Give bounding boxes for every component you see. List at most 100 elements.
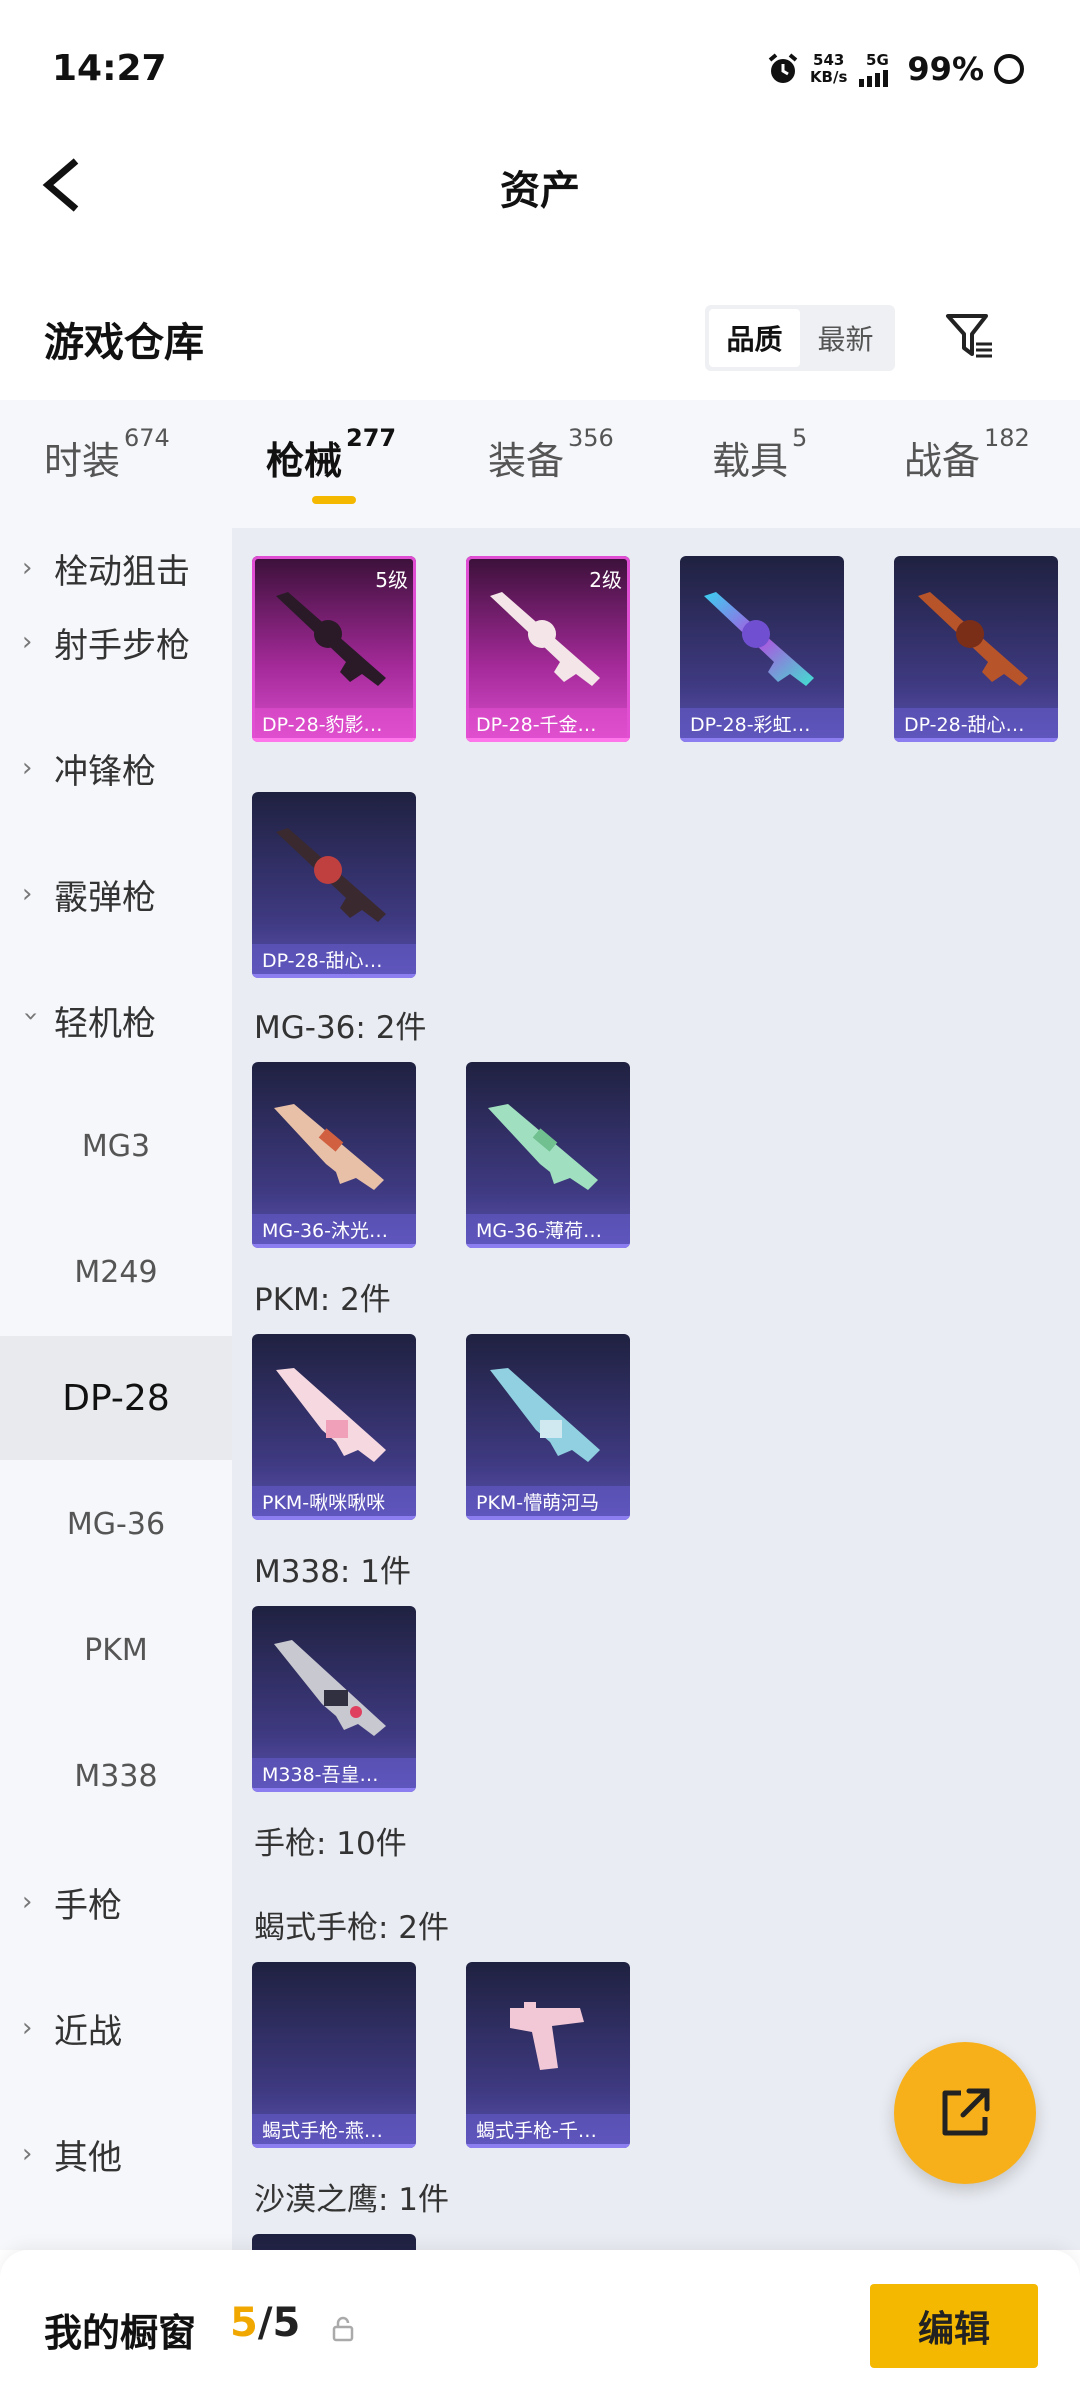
tab-fashion[interactable]: 时装674 <box>44 424 170 485</box>
item-name: MG-36-沐光… <box>252 1214 416 1248</box>
network-type: 5G <box>866 50 889 69</box>
group-title: PKM: 2件 <box>254 1282 391 1318</box>
alarm-icon <box>768 53 798 83</box>
sidebar-item-label: 手枪 <box>54 1885 122 1926</box>
sidebar-subitem-m249[interactable]: M249 <box>0 1210 232 1334</box>
tab-count: 277 <box>346 424 397 452</box>
chevron-right-icon: › <box>22 553 33 583</box>
sidebar-subitem-pkm[interactable]: PKM <box>0 1588 232 1712</box>
battery-level: 99% <box>907 50 984 88</box>
tab-count: 5 <box>792 424 808 452</box>
lmg-icon <box>276 1368 386 1462</box>
chevron-right-icon: › <box>22 753 33 783</box>
sort-quality-button[interactable]: 品质 <box>709 309 800 367</box>
item-card[interactable]: DP-28-甜心… <box>894 556 1058 742</box>
signal-icon <box>859 69 889 87</box>
item-card[interactable]: MG-36-沐光… <box>252 1062 416 1248</box>
item-card[interactable]: PKM-懵萌河马 <box>466 1334 630 1520</box>
item-name: MG-36-薄荷… <box>466 1214 630 1248</box>
sidebar-item-shotgun[interactable]: › 霰弹枪 <box>0 832 232 956</box>
sidebar-item-other[interactable]: › 其他 <box>0 2092 232 2216</box>
tab-equipment[interactable]: 装备356 <box>488 424 614 485</box>
lmg-icon <box>274 1640 386 1736</box>
item-card[interactable]: MG-36-薄荷… <box>466 1062 630 1248</box>
item-name: DP-28-千金… <box>466 708 630 742</box>
sidebar-subitem-mg3[interactable]: MG3 <box>0 1084 232 1208</box>
showcase-bar: 我的橱窗 5/5 编辑 <box>0 2250 1080 2400</box>
item-name: PKM-懵萌河马 <box>466 1486 630 1520</box>
group-title: M338: 1件 <box>254 1554 411 1590</box>
share-fab-button[interactable] <box>894 2042 1036 2184</box>
chevron-down-icon: › <box>16 1011 46 1022</box>
rifle-icon <box>274 1104 384 1190</box>
tab-label: 枪械 <box>266 439 343 483</box>
rifle-icon <box>488 1104 598 1190</box>
item-name: DP-28-甜心… <box>252 944 416 978</box>
chevron-right-icon: › <box>22 2013 33 2043</box>
pistol-icon <box>510 2002 584 2070</box>
item-name: DP-28-甜心… <box>894 708 1058 742</box>
group-title: MG-36: 2件 <box>254 1010 427 1046</box>
tab-label: 时装 <box>44 439 121 483</box>
net-speed-unit: KB/s <box>809 68 848 86</box>
tab-count: 182 <box>984 424 1030 452</box>
sort-toggle: 品质 最新 <box>705 305 895 371</box>
weapon-type-sidebar: › 栓动狙击 › 射手步枪 › 冲锋枪 › 霰弹枪 › 轻机枪 MG3 M249 DP-2… <box>0 528 232 2250</box>
lmg-icon <box>490 1368 600 1462</box>
category-tabs: 时装674 枪械277 装备356 载具5 战备182 <box>0 400 1080 528</box>
item-card[interactable]: PKM-啾咪啾咪 <box>252 1334 416 1520</box>
sidebar-subitem-dp28[interactable]: DP-28 <box>0 1336 232 1460</box>
item-card[interactable]: 蝎式手枪-千… <box>466 1962 630 2148</box>
showcase-count-current: 5 <box>230 2300 258 2346</box>
item-name: PKM-啾咪啾咪 <box>252 1486 416 1520</box>
sidebar-item-smg[interactable]: › 冲锋枪 <box>0 706 232 830</box>
tab-count: 356 <box>568 424 614 452</box>
lmg-icon <box>490 592 600 686</box>
item-name: M338-吾皇… <box>252 1758 416 1792</box>
sidebar-item-label: 近战 <box>54 2011 122 2052</box>
filter-icon[interactable] <box>942 308 998 364</box>
chevron-right-icon: › <box>22 879 33 909</box>
showcase-label: 我的橱窗 <box>44 2311 197 2355</box>
lmg-icon <box>276 828 386 922</box>
sidebar-item-label: 霰弹枪 <box>54 877 156 918</box>
net-speed-value: 543 <box>813 51 845 69</box>
sidebar-item-label: 射手步枪 <box>54 625 190 666</box>
item-card[interactable] <box>252 2234 416 2250</box>
tab-vehicles[interactable]: 载具5 <box>712 424 807 485</box>
item-card[interactable]: M338-吾皇… <box>252 1606 416 1792</box>
status-time: 14:27 <box>52 48 167 89</box>
showcase-count: 5/5 <box>230 2300 300 2346</box>
item-card[interactable]: DP-28-甜心… <box>252 792 416 978</box>
tab-label: 战备 <box>904 439 981 483</box>
item-grid: 5级 DP-28-豹影… 2级 DP-28-千金… DP-28-彩虹… DP-2… <box>232 528 1080 2250</box>
tab-firearms[interactable]: 枪械277 <box>266 424 396 485</box>
page-title: 资产 <box>500 168 580 214</box>
edit-button[interactable]: 编辑 <box>870 2284 1038 2368</box>
item-card[interactable]: 蝎式手枪-燕… <box>252 1962 416 2148</box>
tab-label: 载具 <box>712 439 789 483</box>
sidebar-item-pistol[interactable]: › 手枪 <box>0 1840 232 1964</box>
group-title: 沙漠之鹰: 1件 <box>254 2182 450 2218</box>
item-card[interactable]: 5级 DP-28-豹影… <box>252 556 416 742</box>
item-name: 蝎式手枪-千… <box>466 2114 630 2148</box>
item-name: 蝎式手枪-燕… <box>252 2114 416 2148</box>
sidebar-subitem-mg36[interactable]: MG-36 <box>0 1462 232 1586</box>
lmg-icon <box>918 592 1028 686</box>
net-speed: 543 KB/s <box>810 52 847 86</box>
item-card[interactable]: DP-28-彩虹… <box>680 556 844 742</box>
chevron-right-icon: › <box>22 2139 33 2169</box>
item-name: DP-28-豹影… <box>252 708 416 742</box>
status-icons: 543 KB/s 5G 99% <box>766 50 1024 88</box>
warehouse-title: 游戏仓库 <box>44 320 204 366</box>
tab-supplies[interactable]: 战备182 <box>904 424 1030 485</box>
sort-newest-button[interactable]: 最新 <box>800 309 891 367</box>
sidebar-item-label: 轻机枪 <box>54 1003 156 1044</box>
sidebar-item-marksman-rifle[interactable]: › 射手步枪 <box>0 580 232 704</box>
sidebar-item-lmg[interactable]: › 轻机枪 <box>0 958 232 1082</box>
item-card[interactable]: 2级 DP-28-千金… <box>466 556 630 742</box>
sidebar-subitem-m338[interactable]: M338 <box>0 1714 232 1838</box>
item-level: 2级 <box>589 568 622 592</box>
group-title: 蝎式手枪: 2件 <box>254 1910 450 1946</box>
sidebar-item-melee[interactable]: › 近战 <box>0 1966 232 2090</box>
